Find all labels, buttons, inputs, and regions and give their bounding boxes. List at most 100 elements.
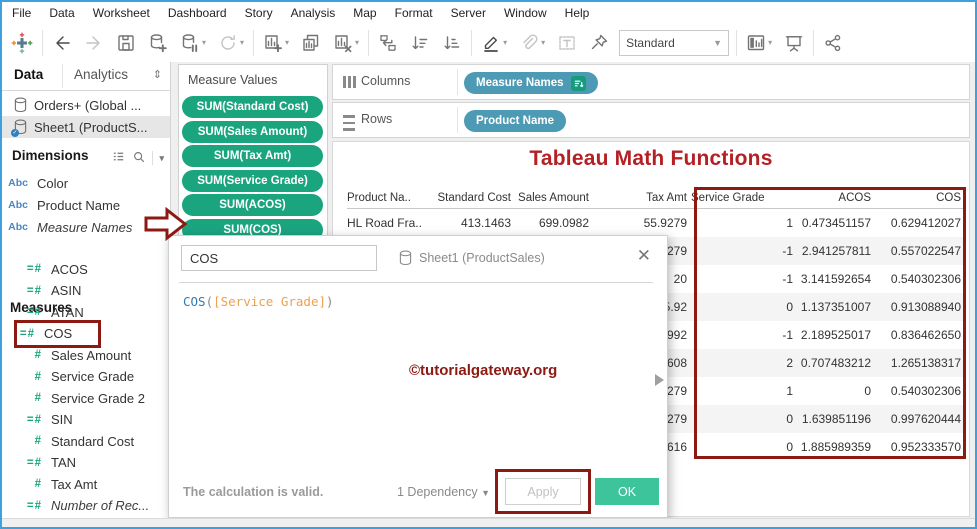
measure-item-number-of-rec-[interactable]: =# Number of Rec... <box>2 495 170 517</box>
table-cell[interactable]: 2 <box>691 356 797 370</box>
ok-button[interactable]: OK <box>595 478 659 505</box>
menu-dashboard[interactable]: Dashboard <box>159 2 236 24</box>
text-label-button[interactable] <box>555 31 579 55</box>
menu-file[interactable]: File <box>2 2 40 24</box>
pill-sum-service-grade-[interactable]: SUM(Service Grade) <box>182 169 323 192</box>
chevron-down-icon[interactable]: ▾ <box>202 39 206 47</box>
menu-data[interactable]: Data <box>40 2 83 24</box>
table-cell[interactable]: 0.707483212 <box>797 356 875 370</box>
sort-descending-button[interactable] <box>440 31 464 55</box>
table-cell[interactable]: 0.473451157 <box>797 216 875 230</box>
calculation-name-input[interactable] <box>181 245 377 271</box>
table-cell[interactable]: 55.9279 <box>593 216 691 230</box>
pane-sort-icon[interactable]: ⇕ <box>153 68 162 81</box>
pill-sum-tax-amt-[interactable]: SUM(Tax Amt) <box>182 145 323 167</box>
chevron-down-icon[interactable]: ▾ <box>768 39 772 47</box>
presentation-button[interactable] <box>782 31 806 55</box>
clear-sheet-button[interactable]: ▾ <box>331 31 361 55</box>
table-cell[interactable]: 0.557022547 <box>875 244 965 258</box>
table-cell[interactable]: 2.189525017 <box>797 328 875 342</box>
paperclip-button[interactable]: ▾ <box>517 31 547 55</box>
table-cell[interactable]: -1 <box>691 244 797 258</box>
pill-product-name[interactable]: Product Name <box>464 110 566 132</box>
chevron-down-icon[interactable]: ▾ <box>541 39 545 47</box>
refresh-button[interactable]: ▾ <box>216 31 246 55</box>
highlight-pen-button[interactable]: ▾ <box>479 31 509 55</box>
table-cell[interactable]: 0.997620444 <box>875 412 965 426</box>
forward-arrow-button[interactable] <box>82 31 106 55</box>
pill-sum-sales-amount-[interactable]: SUM(Sales Amount) <box>182 120 323 143</box>
table-cell[interactable]: 0.836462650 <box>875 328 965 342</box>
measure-item-cos[interactable]: =# COS <box>2 319 170 348</box>
measure-item-acos[interactable]: =# ACOS <box>2 258 170 280</box>
table-cell[interactable]: 413.1463 <box>427 216 515 230</box>
close-icon[interactable]: ✕ <box>633 244 655 268</box>
sort-ascending-button[interactable] <box>408 31 432 55</box>
table-cell[interactable]: 0.913088940 <box>875 300 965 314</box>
tableau-logo-button[interactable] <box>9 30 35 56</box>
table-cell[interactable]: 2.941257811 <box>797 244 875 258</box>
table-cell[interactable]: HL Road Fra.. <box>347 216 427 230</box>
table-cell[interactable]: -1 <box>691 272 797 286</box>
pill-sum-standard-cost-[interactable]: SUM(Standard Cost) <box>182 96 323 118</box>
table-cell[interactable]: 1.137351007 <box>797 300 875 314</box>
table-cell[interactable]: 1.265138317 <box>875 356 965 370</box>
menu-worksheet[interactable]: Worksheet <box>84 2 159 24</box>
dimension-item-color[interactable]: Abc Color <box>2 172 170 194</box>
sort-badge-icon[interactable] <box>570 75 586 91</box>
pause-datasource-button[interactable]: ▾ <box>178 31 208 55</box>
menu-format[interactable]: Format <box>386 2 442 24</box>
menu-window[interactable]: Window <box>495 2 556 24</box>
datasource-item[interactable]: ✓ Sheet1 (ProductS... <box>2 116 170 138</box>
pin-button[interactable] <box>587 31 611 55</box>
menu-story[interactable]: Story <box>236 2 282 24</box>
measure-item-asin[interactable]: =# ASIN <box>2 280 170 302</box>
chevron-down-icon[interactable]: ▾ <box>503 39 507 47</box>
columns-shelf[interactable]: Columns Measure Names <box>332 64 970 100</box>
table-cell[interactable]: 0.540302306 <box>875 384 965 398</box>
pill-sum-acos-[interactable]: SUM(ACOS) <box>182 194 323 216</box>
new-worksheet-button[interactable]: ▾ <box>261 31 291 55</box>
measure-item-service-grade[interactable]: # Service Grade <box>2 366 170 388</box>
formula-editor[interactable]: COS([Service Grade]) <box>183 294 334 309</box>
dimension-item-product-name[interactable]: Abc Product Name <box>2 194 170 216</box>
chevron-down-icon[interactable]: ▾ <box>355 39 359 47</box>
chevron-down-icon[interactable]: ▾ <box>240 39 244 47</box>
save-button[interactable] <box>114 31 138 55</box>
menu-help[interactable]: Help <box>556 2 599 24</box>
dependency-dropdown[interactable]: 1 Dependency ▼ <box>397 485 490 499</box>
table-cell[interactable]: 0.629412027 <box>875 216 965 230</box>
apply-button[interactable]: Apply <box>505 478 581 505</box>
back-arrow-button[interactable] <box>50 31 74 55</box>
table-cell[interactable]: 0 <box>691 300 797 314</box>
dimension-item-measure-names[interactable]: Abc Measure Names <box>2 216 170 238</box>
share-button[interactable] <box>821 31 845 55</box>
datasource-item[interactable]: Orders+ (Global ... <box>2 94 170 116</box>
menu-map[interactable]: Map <box>344 2 385 24</box>
fit-select[interactable]: Standard ▼ <box>619 30 730 56</box>
menu-server[interactable]: Server <box>442 2 495 24</box>
table-cell[interactable]: 1 <box>691 216 797 230</box>
table-cell[interactable]: 0 <box>797 384 875 398</box>
measure-item-standard-cost[interactable]: # Standard Cost <box>2 430 170 452</box>
chevron-down-icon[interactable]: ▾ <box>285 39 289 47</box>
add-datasource-button[interactable] <box>146 31 170 55</box>
table-cell[interactable]: 1 <box>691 384 797 398</box>
tab-data[interactable]: Data <box>14 67 43 82</box>
table-cell[interactable]: 3.141592654 <box>797 272 875 286</box>
table-cell[interactable]: 1.639851196 <box>797 412 875 426</box>
table-cell[interactable]: 0 <box>691 412 797 426</box>
table-cell[interactable]: -1 <box>691 328 797 342</box>
table-cell[interactable]: 0 <box>691 440 797 454</box>
tab-analytics[interactable]: Analytics <box>74 67 128 82</box>
measure-item-sin[interactable]: =# SIN <box>2 409 170 431</box>
table-cell[interactable]: 0.952333570 <box>875 440 965 454</box>
search-icon[interactable] <box>132 150 146 167</box>
swap-axes-button[interactable] <box>376 31 400 55</box>
expand-panel-icon[interactable] <box>655 374 664 386</box>
table-cell[interactable]: 0.540302306 <box>875 272 965 286</box>
measure-item-tan[interactable]: =# TAN <box>2 452 170 474</box>
pill-measure-names[interactable]: Measure Names <box>464 72 598 94</box>
measure-item-tax-amt[interactable]: # Tax Amt <box>2 473 170 495</box>
rows-shelf[interactable]: Rows Product Name <box>332 102 970 138</box>
